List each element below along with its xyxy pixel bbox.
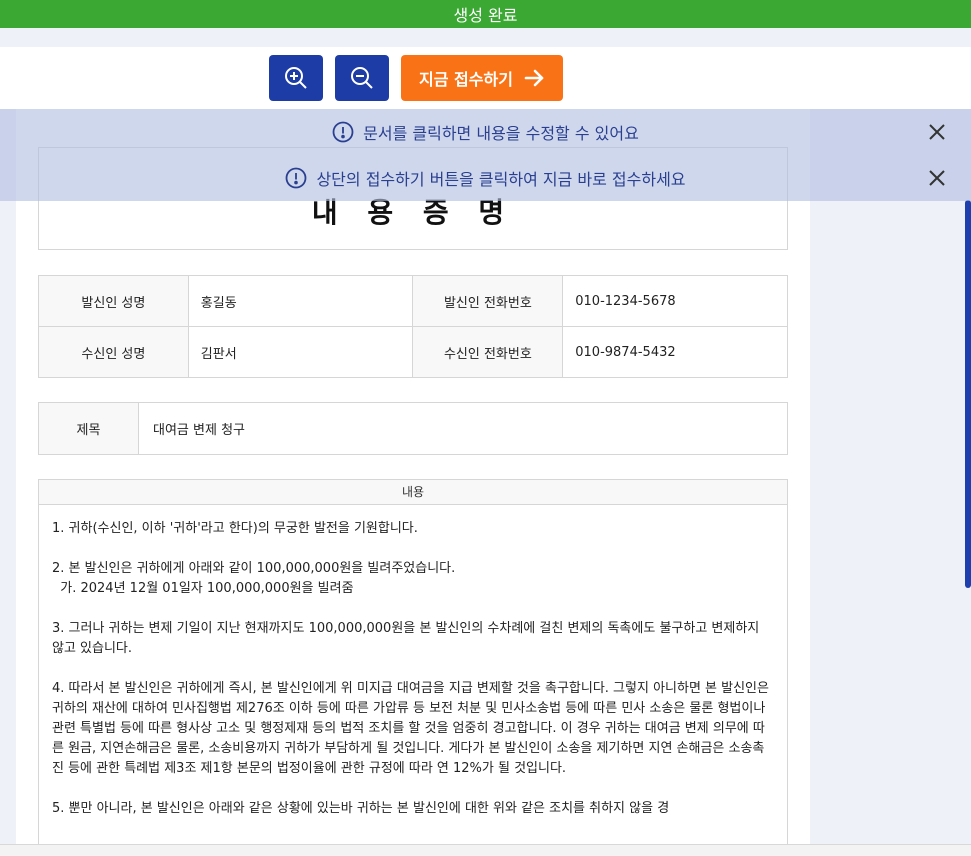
info-icon — [286, 167, 307, 189]
close-icon[interactable] — [927, 122, 947, 142]
table-row: 발신인 성명 홍길동 발신인 전화번호 010-1234-5678 — [38, 275, 788, 327]
notice-text: 문서를 클릭하면 내용을 수정할 수 있어요 — [363, 124, 639, 143]
sender-phone-label: 발신인 전화번호 — [412, 275, 564, 327]
submit-now-button[interactable]: 지금 접수하기 — [401, 55, 563, 101]
content-paragraph: 2. 본 발신인은 귀하에게 아래와 같이 100,000,000원을 빌려주었… — [52, 561, 456, 596]
scrollbar-thumb[interactable] — [965, 200, 971, 588]
close-icon[interactable] — [927, 168, 947, 188]
zoom-out-button[interactable] — [335, 55, 389, 101]
party-info-table: 발신인 성명 홍길동 발신인 전화번호 010-1234-5678 수신인 성명… — [38, 275, 788, 378]
subject-field[interactable]: 대여금 변제 청구 — [138, 402, 788, 455]
document-workspace: 내 용 증 명 발신인 성명 홍길동 발신인 전화번호 010-1234-567… — [0, 109, 971, 844]
info-icon — [332, 121, 354, 143]
zoom-out-icon — [351, 67, 373, 89]
status-banner: 생성 완료 — [0, 0, 971, 28]
status-title: 생성 완료 — [453, 6, 518, 25]
table-row: 제목 대여금 변제 청구 — [38, 402, 788, 455]
editor-status-bar — [0, 844, 971, 856]
content-paragraph: 5. 뿐만 아니라, 본 발신인은 아래와 같은 상황에 있는바 귀하는 본 발… — [52, 801, 670, 816]
sender-name-label: 발신인 성명 — [38, 275, 189, 327]
notice-text: 상단의 접수하기 버튼을 클릭하여 지금 바로 접수하세요 — [316, 170, 686, 189]
receiver-phone-label: 수신인 전화번호 — [412, 326, 564, 378]
notice-banner-submit: 상단의 접수하기 버튼을 클릭하여 지금 바로 접수하세요 — [0, 155, 971, 201]
content-paragraph: 1. 귀하(수신인, 이하 '귀하'라고 한다)의 무궁한 발전을 기원합니다. — [52, 521, 418, 536]
receiver-phone-field[interactable]: 010-9874-5432 — [562, 326, 788, 378]
subject-table: 제목 대여금 변제 청구 — [38, 402, 788, 455]
zoom-in-icon — [285, 67, 307, 89]
receiver-name-field[interactable]: 김판서 — [187, 326, 414, 378]
content-paragraph: 3. 그러나 귀하는 변제 기일이 지난 현재까지도 100,000,000원을… — [52, 621, 764, 656]
sender-phone-field[interactable]: 010-1234-5678 — [562, 275, 788, 327]
zoom-in-button[interactable] — [269, 55, 323, 101]
notice-banner-edit: 문서를 클릭하면 내용을 수정할 수 있어요 — [0, 109, 971, 155]
content-label: 내용 — [39, 480, 787, 505]
toolbar: 지금 접수하기 — [0, 47, 971, 109]
sender-name-field[interactable]: 홍길동 — [187, 275, 414, 327]
arrow-right-icon — [524, 69, 544, 87]
document-page[interactable]: 내 용 증 명 발신인 성명 홍길동 발신인 전화번호 010-1234-567… — [16, 109, 810, 844]
content-paragraph: 4. 따라서 본 발신인은 귀하에게 즉시, 본 발신인에게 위 미지급 대여금… — [52, 681, 774, 776]
table-row: 수신인 성명 김판서 수신인 전화번호 010-9874-5432 — [38, 326, 788, 378]
content-box: 내용 1. 귀하(수신인, 이하 '귀하'라고 한다)의 무궁한 발전을 기원합… — [38, 479, 788, 844]
subject-label: 제목 — [38, 402, 139, 455]
content-body[interactable]: 1. 귀하(수신인, 이하 '귀하'라고 한다)의 무궁한 발전을 기원합니다.… — [39, 505, 787, 844]
submit-label: 지금 접수하기 — [419, 70, 513, 89]
receiver-name-label: 수신인 성명 — [38, 326, 189, 378]
